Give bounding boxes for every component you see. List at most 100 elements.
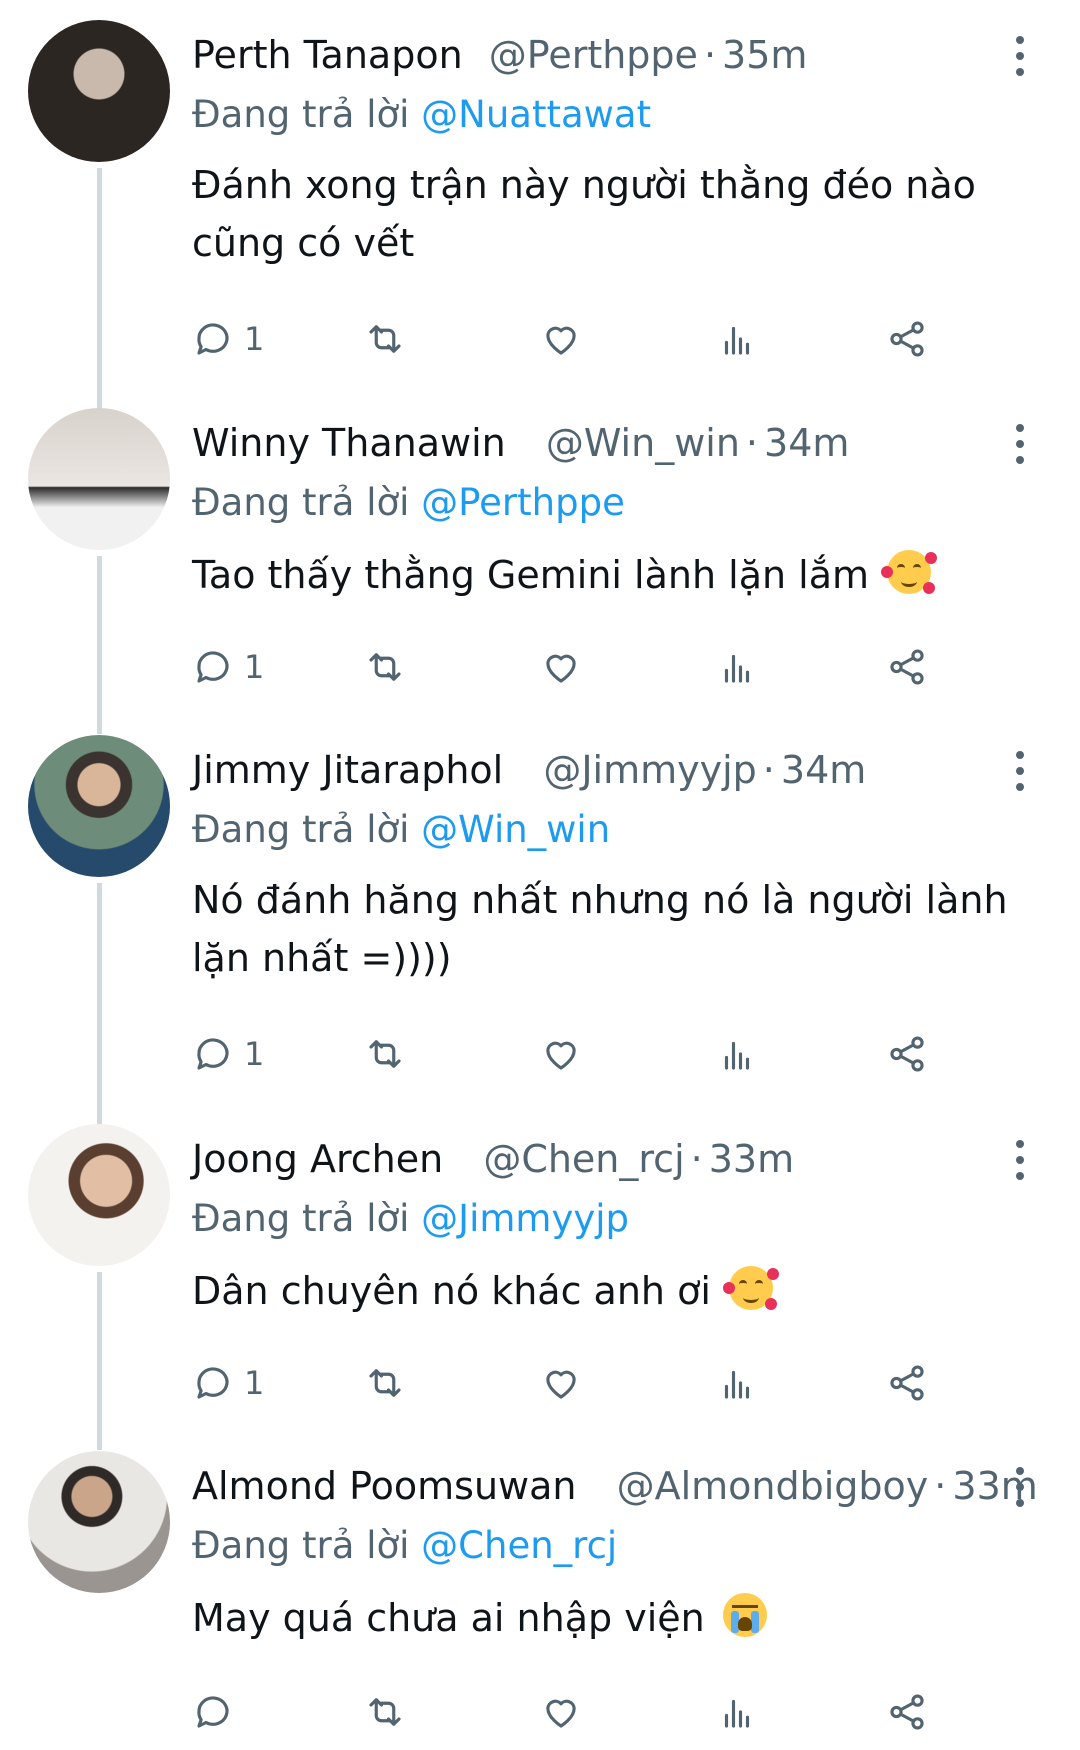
speech-bubble-icon bbox=[197, 1696, 229, 1728]
tweet-text-content: Tao thấy thằng Gemini lành lặn lắm bbox=[192, 553, 870, 597]
tweet-actions: 1 bbox=[192, 1359, 1032, 1407]
display-name[interactable]: Winny Thanawin bbox=[192, 421, 506, 465]
heart-icon bbox=[546, 1370, 576, 1399]
user-handle[interactable]: @Perthppe bbox=[489, 33, 698, 77]
share-icon bbox=[890, 649, 924, 685]
tweet-header: Perth Tanapon @Perthppe · 35m bbox=[192, 30, 992, 80]
reply-thread: Perth Tanapon @Perthppe · 35m Đang trả lời… bbox=[0, 0, 1080, 1750]
user-handle[interactable]: @Chen_rcj bbox=[483, 1137, 684, 1181]
like-button[interactable] bbox=[540, 1359, 582, 1407]
tweet-actions: 1 bbox=[192, 315, 1032, 363]
retweet-button[interactable] bbox=[364, 643, 406, 691]
share-icon bbox=[890, 1036, 924, 1072]
replying-to-label: Đang trả lời bbox=[192, 808, 410, 851]
views-button[interactable] bbox=[716, 315, 758, 363]
heart-icon bbox=[546, 326, 576, 355]
reply-button[interactable] bbox=[192, 1688, 244, 1736]
tweet-header: Joong Archen @Chen_rcj · 33m bbox=[192, 1134, 992, 1184]
loudly-crying-face-icon bbox=[722, 1593, 767, 1637]
thread-line bbox=[97, 556, 102, 734]
tweet-text: Đánh xong trận này người thằng đéo nào c… bbox=[192, 156, 1012, 272]
heart-icon bbox=[546, 1041, 576, 1070]
bar-chart-icon bbox=[724, 1041, 750, 1070]
more-options-icon[interactable] bbox=[1006, 747, 1034, 793]
reply-mention-link[interactable]: @Perthppe bbox=[421, 481, 625, 524]
display-name[interactable]: Perth Tanapon bbox=[192, 33, 463, 77]
replying-to-label: Đang trả lời bbox=[192, 481, 410, 524]
bar-chart-icon bbox=[724, 326, 750, 355]
user-handle[interactable]: @Jimmyyjp bbox=[543, 748, 756, 792]
retweet-button[interactable] bbox=[364, 1688, 406, 1736]
retweet-button[interactable] bbox=[364, 1030, 406, 1078]
timestamp[interactable]: 33m bbox=[709, 1137, 794, 1181]
share-icon bbox=[890, 1694, 924, 1730]
smiling-face-with-hearts-icon bbox=[723, 1266, 779, 1310]
more-options-icon[interactable] bbox=[1006, 420, 1034, 466]
reply-mention-link[interactable]: @Nuattawat bbox=[421, 93, 651, 136]
share-button[interactable] bbox=[886, 1688, 928, 1736]
more-options-icon[interactable] bbox=[1006, 32, 1034, 78]
share-button[interactable] bbox=[886, 1359, 928, 1407]
separator-dot: · bbox=[703, 33, 717, 77]
display-name[interactable]: Almond Poomsuwan bbox=[192, 1464, 577, 1508]
like-button[interactable] bbox=[540, 643, 582, 691]
tweet-header: Almond Poomsuwan @Almondbigboy · 33m bbox=[192, 1461, 1038, 1511]
reply-button[interactable]: 1 bbox=[192, 1359, 264, 1407]
display-name[interactable]: Jimmy Jitaraphol bbox=[192, 748, 503, 792]
reply-count: 1 bbox=[244, 1035, 265, 1073]
separator-dot: · bbox=[745, 421, 759, 465]
reply-button[interactable]: 1 bbox=[192, 1030, 264, 1078]
share-icon bbox=[890, 1365, 924, 1401]
timestamp[interactable]: 34m bbox=[764, 421, 849, 465]
tweet-text-content: May quá chưa ai nhập viện bbox=[192, 1596, 705, 1640]
views-button[interactable] bbox=[716, 1688, 758, 1736]
reply-mention-link[interactable]: @Jimmyyjp bbox=[421, 1197, 629, 1240]
retweet-icon bbox=[369, 1369, 401, 1397]
tweet-text-content: Đánh xong trận này người thằng đéo nào c… bbox=[192, 163, 976, 265]
like-button[interactable] bbox=[540, 315, 582, 363]
reply-mention-link[interactable]: @Win_win bbox=[421, 808, 610, 851]
like-button[interactable] bbox=[540, 1688, 582, 1736]
tweet-text: Nó đánh hăng nhất nhưng nó là người lành… bbox=[192, 871, 1012, 987]
tweet-actions bbox=[192, 1688, 1032, 1736]
avatar[interactable] bbox=[28, 1124, 170, 1266]
replying-to: Đang trả lời @Jimmyyjp bbox=[192, 1194, 629, 1244]
thread-line bbox=[97, 883, 102, 1125]
reply-button[interactable]: 1 bbox=[192, 643, 264, 691]
retweet-button[interactable] bbox=[364, 315, 406, 363]
timestamp[interactable]: 35m bbox=[722, 33, 807, 77]
views-button[interactable] bbox=[716, 1030, 758, 1078]
thread-line bbox=[97, 168, 102, 412]
views-button[interactable] bbox=[716, 1359, 758, 1407]
display-name[interactable]: Joong Archen bbox=[192, 1137, 443, 1181]
avatar[interactable] bbox=[28, 20, 170, 162]
user-handle[interactable]: @Win_win bbox=[546, 421, 740, 465]
retweet-icon bbox=[369, 653, 401, 681]
tweet-header: Winny Thanawin @Win_win · 34m bbox=[192, 418, 992, 468]
like-button[interactable] bbox=[540, 1030, 582, 1078]
avatar[interactable] bbox=[28, 735, 170, 877]
separator-dot: · bbox=[934, 1464, 947, 1508]
share-button[interactable] bbox=[886, 643, 928, 691]
tweet-text: Tao thấy thằng Gemini lành lặn lắm bbox=[192, 546, 1012, 604]
tweet-text: May quá chưa ai nhập viện bbox=[192, 1589, 1012, 1647]
reply-mention-link[interactable]: @Chen_rcj bbox=[421, 1524, 617, 1567]
tweet-header: Jimmy Jitaraphol @Jimmyyjp · 34m bbox=[192, 745, 992, 795]
avatar[interactable] bbox=[28, 408, 170, 550]
share-button[interactable] bbox=[886, 1030, 928, 1078]
reply-button[interactable]: 1 bbox=[192, 315, 264, 363]
retweet-button[interactable] bbox=[364, 1359, 406, 1407]
share-button[interactable] bbox=[886, 315, 928, 363]
more-options-icon[interactable] bbox=[1006, 1136, 1034, 1182]
replying-to-label: Đang trả lời bbox=[192, 1524, 410, 1567]
views-button[interactable] bbox=[716, 643, 758, 691]
reply-count: 1 bbox=[244, 1364, 265, 1402]
more-options-icon[interactable] bbox=[1006, 1463, 1034, 1509]
reply-count: 1 bbox=[244, 648, 265, 686]
avatar[interactable] bbox=[28, 1451, 170, 1593]
separator-dot: · bbox=[690, 1137, 703, 1181]
tweet-text-content: Dân chuyên nó khác anh ơi bbox=[192, 1269, 711, 1313]
user-handle[interactable]: @Almondbigboy bbox=[617, 1464, 929, 1508]
timestamp[interactable]: 34m bbox=[781, 748, 866, 792]
speech-bubble-icon bbox=[197, 323, 229, 355]
